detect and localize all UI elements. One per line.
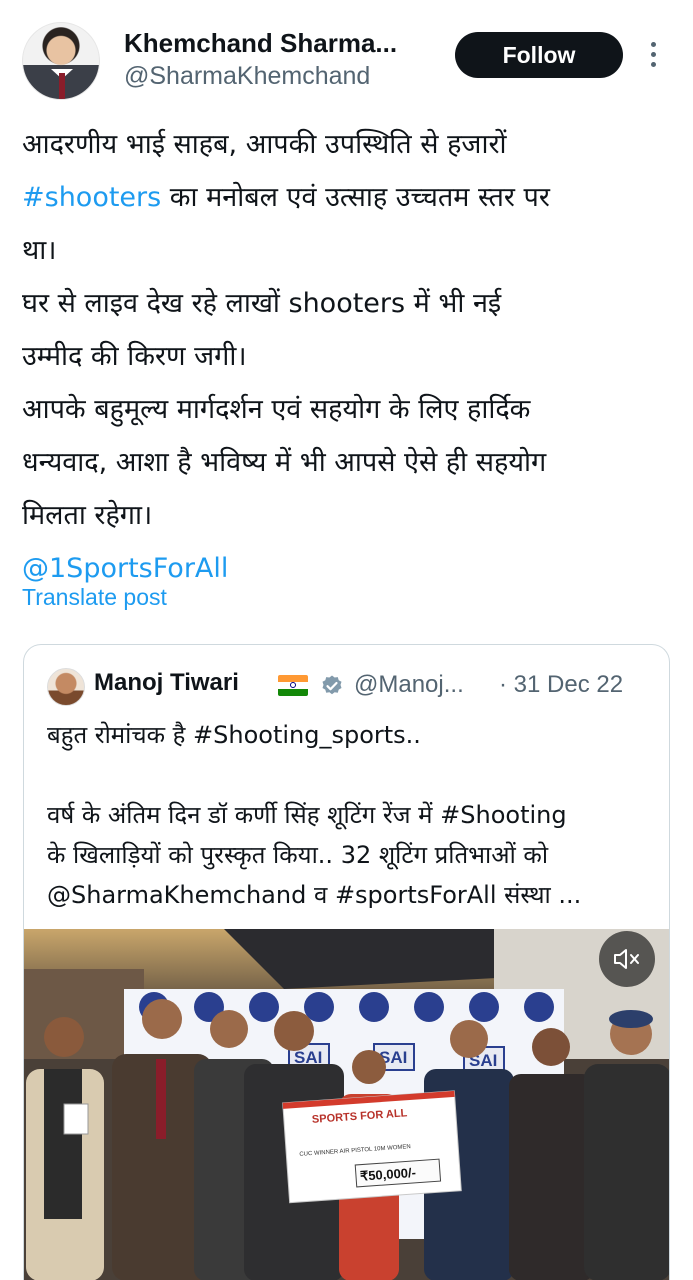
tweet-line-rest: का मनोबल एवं उत्साह उच्चतम स्तर पर (161, 182, 550, 213)
tweet-line: आदरणीय भाई साहब, आपकी उपस्थिति से हजारों (22, 129, 507, 160)
more-dot (651, 52, 656, 57)
prize-cheque: SPORTS FOR ALL CUC WINNER AIR PISTOL 10M… (282, 1090, 462, 1204)
tweet-line: धन्यवाद, आशा है भविष्य में भी आपसे ऐसे ह… (22, 447, 547, 478)
quote-line: के खिलाड़ियों को पुरस्कृत किया.. 32 शूटि… (47, 841, 549, 869)
quote-line: वर्ष के अंतिम दिन डॉ कर्णी सिंह शूटिंग र… (47, 801, 567, 829)
quote-line: बहुत रोमांचक है #Shooting_sports.. (47, 721, 421, 749)
verified-badge-icon (322, 675, 342, 695)
avatar-tie (59, 73, 65, 99)
flag-saffron (278, 675, 308, 682)
quoted-tweet[interactable]: Manoj Tiwari @Manoj... · 31 Dec 22 बहुत … (23, 644, 670, 1280)
mention-link[interactable]: @1SportsForAll (22, 553, 228, 584)
follow-button[interactable]: Follow (455, 32, 623, 78)
more-dot (651, 62, 656, 67)
more-dot (651, 42, 656, 47)
flag-chakra (290, 682, 296, 688)
tweet-line: #shooters का मनोबल एवं उत्साह उच्चतम स्त… (22, 171, 672, 224)
hashtag-link[interactable]: #shooters (22, 182, 161, 213)
quote-author-handle[interactable]: @Manoj... (354, 671, 464, 699)
quote-author-avatar[interactable] (47, 668, 85, 706)
quote-body: बहुत रोमांचक है #Shooting_sports.. वर्ष … (47, 715, 652, 915)
tweet-line: मिलता रहेगा। (22, 500, 153, 531)
quote-line: @SharmaKhemchand व #sportsForAll संस्था … (47, 881, 582, 909)
more-vertical-icon[interactable] (646, 40, 662, 70)
tweet-line: घर से लाइव देख रहे लाखों shooters में भी… (22, 288, 502, 319)
author-handle[interactable]: @SharmaKhemchand (124, 62, 370, 91)
author-name[interactable]: Khemchand Sharma... (124, 28, 397, 59)
mute-button[interactable] (599, 931, 655, 987)
video-frame: SAI SAI SAI SPORTS FOR ALL CUC WINNER AI… (24, 929, 669, 1280)
tweet-body: आदरणीय भाई साहब, आपकी उपस्थिति से हजारों… (22, 118, 672, 595)
tweet-line: उम्मीद की किरण जगी। (22, 341, 247, 372)
author-avatar[interactable] (22, 22, 100, 100)
quote-video[interactable]: SAI SAI SAI SPORTS FOR ALL CUC WINNER AI… (24, 929, 669, 1280)
tweet-line: था। (22, 235, 57, 266)
quote-author-name[interactable]: Manoj Tiwari (94, 669, 239, 697)
quote-blank-line (47, 755, 652, 795)
mute-icon (614, 949, 639, 969)
translate-post-link[interactable]: Translate post (22, 584, 167, 611)
flag-green (278, 689, 308, 696)
quote-date[interactable]: · 31 Dec 22 (499, 671, 623, 699)
tweet-header: Khemchand Sharma... @SharmaKhemchand Fol… (0, 0, 693, 100)
india-flag-icon (278, 675, 308, 696)
tweet-line: आपके बहुमूल्य मार्गदर्शन एवं सहयोग के लि… (22, 394, 531, 425)
